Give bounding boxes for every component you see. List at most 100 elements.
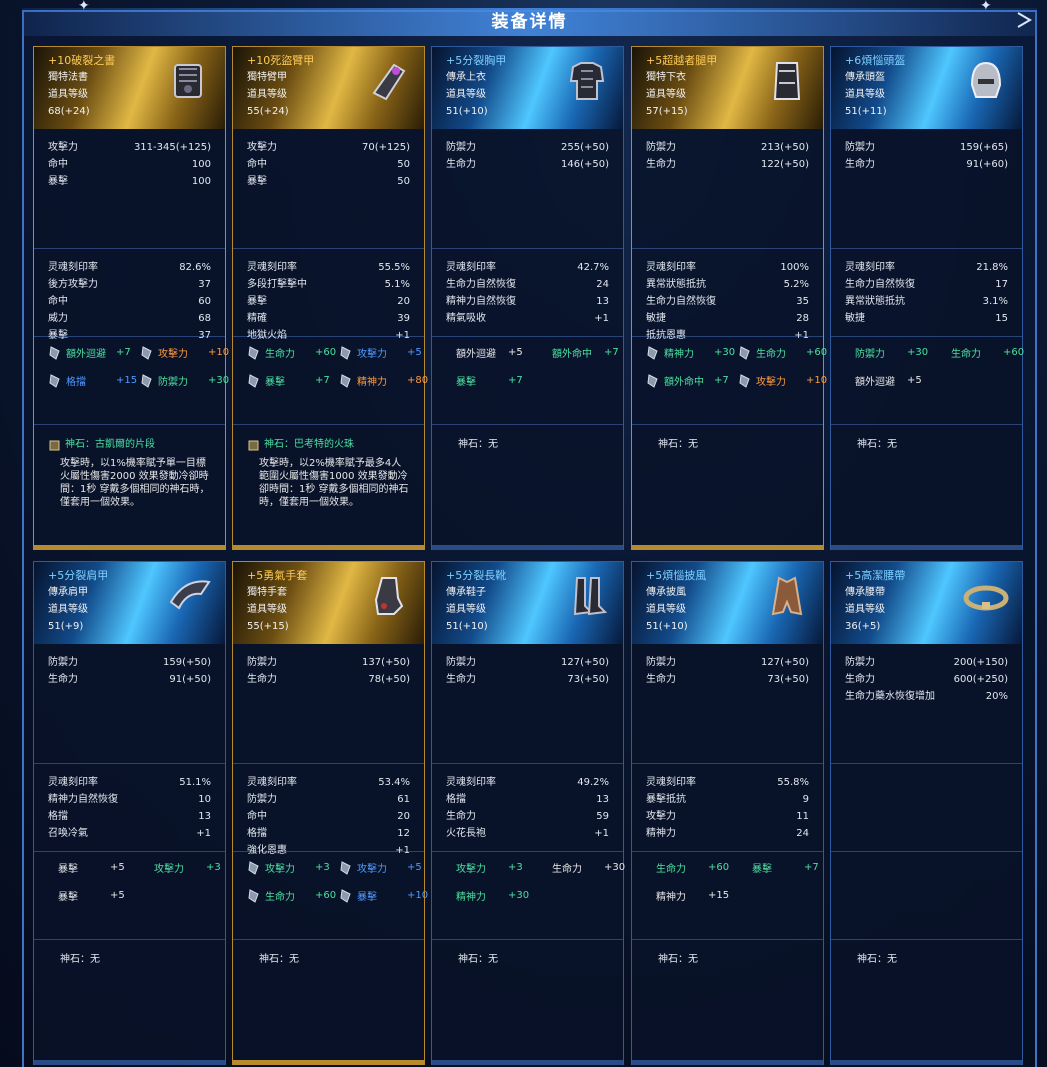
god-stone: 神石：无 <box>34 940 225 968</box>
soul-row: 後方攻擊力 37 <box>48 276 211 293</box>
gem-slot[interactable]: 暴擊 +7 <box>752 860 819 875</box>
item-level: 68(+24) <box>48 106 90 117</box>
soul-row: 火花長袍 +1 <box>446 825 609 842</box>
soul-value: 13 <box>198 811 211 822</box>
stat-label: 生命力 <box>48 674 78 685</box>
gem-row: 暴擊 +7 <box>446 367 609 395</box>
equipment-card[interactable]: +5分裂長靴 傳承鞋子 道具等级 51(+10) 防禦力 127(+50) 生命力 73(+5… <box>431 561 625 1065</box>
gem-slot[interactable]: 格擋 +15 <box>48 373 137 388</box>
gem-slot[interactable]: 生命力 +30 <box>552 860 625 875</box>
soul-row: 命中 60 <box>48 293 211 310</box>
gem-slot[interactable]: 額外迴避 +5 <box>855 373 922 388</box>
equipment-card[interactable]: +5高潔腰帶 傳承腰帶 道具等级 36(+5) 防禦力 200(+150) 生命力 600(+… <box>830 561 1023 1065</box>
gem-value: +60 <box>1003 347 1025 358</box>
stat-label: 生命力 <box>247 674 277 685</box>
card-footer-bar <box>432 545 623 550</box>
gem-label: 精神力 <box>664 349 694 360</box>
gem-slot[interactable]: 暴擊 +7 <box>456 373 523 388</box>
soul-value: +1 <box>594 313 609 324</box>
card-footer-bar <box>233 545 424 550</box>
gem-slot[interactable]: 攻擊力 +3 <box>456 860 523 875</box>
soul-engrave-stats: 灵魂刻印率 49.2% 格擋 13 生命力 59 火花長袍 +1 <box>432 764 623 852</box>
gem-slot[interactable]: 防禦力 +30 <box>140 373 229 388</box>
stat-label: 暴擊 <box>48 176 68 187</box>
gem-slot[interactable]: 攻擊力 +10 <box>140 345 229 360</box>
soul-row: 威力 68 <box>48 310 211 327</box>
stat-label: 防禦力 <box>646 142 676 153</box>
soul-row: 召喚冷氣 +1 <box>48 825 211 842</box>
gem-slot[interactable]: 精神力 +15 <box>656 888 729 903</box>
gem-slot[interactable]: 精神力 +30 <box>646 345 735 360</box>
god-stone-title: 神石：无 <box>247 952 410 968</box>
gem-value: +7 <box>714 375 729 386</box>
god-stone-name: 神石：巴考特的火珠 <box>264 439 354 450</box>
gem-value: +3 <box>315 862 330 873</box>
stat-row: 防禦力 159(+65) <box>845 139 1008 156</box>
gem-icon <box>339 345 353 360</box>
gem-slot[interactable]: 額外命中 +7 <box>646 373 729 388</box>
stat-label: 命中 <box>247 159 267 170</box>
gem-value: +80 <box>407 375 429 386</box>
soul-label: 火花長袍 <box>446 828 486 839</box>
equipment-card[interactable]: +10破裂之書 獨特法書 道具等级 68(+24) 攻擊力 311-345(+125) 命中… <box>33 46 229 550</box>
gem-slot[interactable]: 攻擊力 +5 <box>339 860 422 875</box>
gem-icon <box>247 373 261 388</box>
soul-label: 威力 <box>48 313 68 324</box>
gem-slot[interactable]: 攻擊力 +5 <box>339 345 422 360</box>
soul-value: 10 <box>198 794 211 805</box>
gem-value: +30 <box>604 862 626 873</box>
gem-slot[interactable]: 暴擊 +5 <box>58 888 125 903</box>
stat-row: 命中 50 <box>247 156 410 173</box>
soul-row: 灵魂刻印率 55.8% <box>646 774 809 791</box>
gem-sockets: 生命力 +60 攻擊力 +5 暴擊 +7 精神力 +80 <box>233 337 428 425</box>
soul-label: 攻擊力 <box>646 811 676 822</box>
gem-row: 格擋 +15 防禦力 +30 <box>48 367 229 395</box>
gem-slot[interactable]: 額外命中 +7 <box>552 345 619 360</box>
gem-slot[interactable]: 暴擊 +10 <box>339 888 428 903</box>
close-icon[interactable] <box>1013 10 1035 32</box>
soul-value: 12 <box>397 828 410 839</box>
equipment-card[interactable]: +5勇氣手套 獨特手套 道具等级 55(+15) 防禦力 137(+50) 生命力 78(+5… <box>232 561 428 1065</box>
equipment-card[interactable]: +5超越者腿甲 獨特下衣 道具等级 57(+15) 防禦力 213(+50) 生命力 122(… <box>631 46 827 550</box>
gem-value: +7 <box>508 375 523 386</box>
gem-icon <box>646 373 660 388</box>
gem-slot[interactable]: 生命力 +60 <box>656 860 729 875</box>
gem-slot[interactable]: 生命力 +60 <box>247 345 336 360</box>
soul-label: 生命力 <box>446 811 476 822</box>
god-stone-title: 神石：无 <box>48 952 211 968</box>
equipment-card[interactable]: +10死盜臂甲 獨特臂甲 道具等级 55(+24) 攻擊力 70(+125) 命中 50 暴擊 5… <box>232 46 428 550</box>
card-footer-bar <box>233 1060 424 1065</box>
gem-slot[interactable]: 生命力 +60 <box>738 345 827 360</box>
gem-slot[interactable]: 精神力 +30 <box>456 888 529 903</box>
stat-row: 攻擊力 70(+125) <box>247 139 410 156</box>
equipment-card[interactable]: +5分裂胸甲 傳承上衣 道具等级 51(+10) 防禦力 255(+50) 生命力 146(+… <box>431 46 624 550</box>
gem-slot[interactable]: 生命力 +60 <box>951 345 1024 360</box>
base-stats: 防禦力 200(+150) 生命力 600(+250) 生命力藥水恢復增加 20% <box>831 644 1022 764</box>
stat-row: 生命力 600(+250) <box>845 671 1008 688</box>
gem-slot[interactable]: 生命力 +60 <box>247 888 336 903</box>
gem-slot[interactable]: 攻擊力 +3 <box>154 860 221 875</box>
gem-label: 額外迴避 <box>855 377 895 388</box>
stat-label: 攻擊力 <box>247 142 277 153</box>
equipment-card[interactable]: +5分裂肩甲 傳承肩甲 道具等级 51(+9) 防禦力 159(+50) 生命力 91(+50… <box>33 561 226 1065</box>
gem-slot[interactable]: 精神力 +80 <box>339 373 428 388</box>
gem-slot[interactable]: 攻擊力 +3 <box>247 860 330 875</box>
gem-label: 額外迴避 <box>66 349 106 360</box>
gem-slot[interactable]: 額外迴避 +5 <box>456 345 523 360</box>
gem-value: +60 <box>708 862 730 873</box>
stat-value: 255(+50) <box>561 142 609 153</box>
gem-slot[interactable]: 額外迴避 +7 <box>48 345 131 360</box>
item-header: +5超越者腿甲 獨特下衣 道具等级 57(+15) <box>632 47 823 129</box>
gem-slot[interactable]: 暴擊 +7 <box>247 373 330 388</box>
soul-value: 17 <box>995 279 1008 290</box>
gem-slot[interactable]: 防禦力 +30 <box>855 345 928 360</box>
gem-row: 精神力 +30 <box>446 882 609 910</box>
god-stone: 神石：无 <box>831 940 1022 968</box>
gem-slot[interactable]: 攻擊力 +10 <box>738 373 827 388</box>
gem-label: 精神力 <box>456 892 486 903</box>
equipment-card[interactable]: +5煩惱披風 傳承披風 道具等级 51(+10) 防禦力 127(+50) 生命力 73(+5… <box>631 561 824 1065</box>
soul-row: 精神力自然恢復 13 <box>446 293 609 310</box>
equipment-card[interactable]: +6煩惱頭盔 傳承頭盔 道具等级 51(+11) 防禦力 159(+65) 生命力 91(+6… <box>830 46 1024 550</box>
gem-slot[interactable]: 暴擊 +5 <box>58 860 125 875</box>
soul-row: 異常狀態抵抗 3.1% <box>845 293 1008 310</box>
